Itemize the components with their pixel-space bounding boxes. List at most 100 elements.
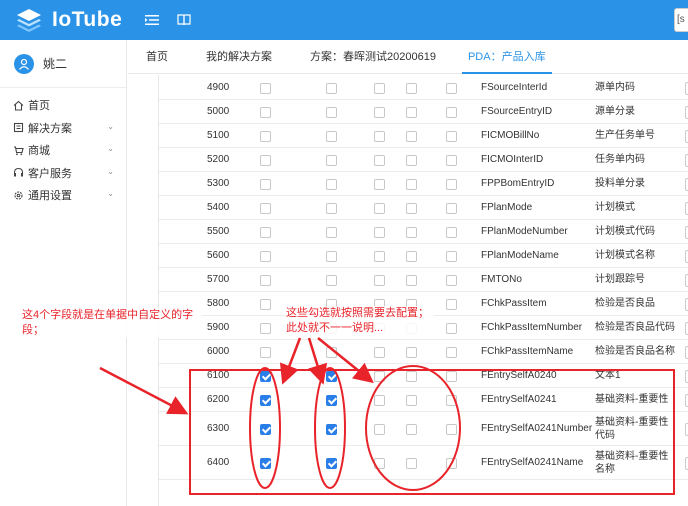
table-row: 6400 FEntrySelfA0241Name 基础资料-重要性名称 — [159, 446, 688, 480]
menu-toggle-icon[interactable] — [144, 12, 160, 28]
row-checkbox-1[interactable] — [260, 275, 271, 286]
row-checkbox-5[interactable] — [446, 251, 457, 262]
field-label: 检验是否良品名称 — [595, 346, 675, 357]
row-checkbox-3[interactable] — [374, 275, 385, 286]
row-checkbox-1[interactable] — [260, 299, 271, 310]
row-checkbox-5[interactable] — [446, 83, 457, 94]
row-checkbox-3[interactable] — [374, 458, 385, 469]
chevron-down-icon: ⌄ — [107, 144, 114, 153]
row-checkbox-5[interactable] — [446, 458, 457, 469]
row-number: 6100 — [207, 370, 230, 381]
row-checkbox-5[interactable] — [446, 347, 457, 358]
row-checkbox-5[interactable] — [446, 395, 457, 406]
table-row: 6200 FEntrySelfA0241 基础资料-重要性 — [159, 388, 688, 412]
row-checkbox-3[interactable] — [374, 251, 385, 262]
row-checkbox-5[interactable] — [446, 179, 457, 190]
sidebar-item-customer-service[interactable]: 客户服务 ⌄ — [0, 162, 126, 185]
row-checkbox-4[interactable] — [406, 395, 417, 406]
row-checkbox-5[interactable] — [446, 275, 457, 286]
row-checkbox-2[interactable] — [326, 275, 337, 286]
row-checkbox-1[interactable] — [260, 251, 271, 262]
row-checkbox-5[interactable] — [446, 203, 457, 214]
row-checkbox-3[interactable] — [374, 347, 385, 358]
row-checkbox-3[interactable] — [374, 371, 385, 382]
row-checkbox-1[interactable] — [260, 458, 271, 469]
row-number: 5400 — [207, 202, 230, 213]
row-checkbox-1[interactable] — [260, 107, 271, 118]
row-checkbox-1[interactable] — [260, 227, 271, 238]
field-name: FSourceEntryID — [481, 106, 553, 117]
row-checkbox-5[interactable] — [446, 371, 457, 382]
row-checkbox-3[interactable] — [374, 83, 385, 94]
row-checkbox-1[interactable] — [260, 155, 271, 166]
row-checkbox-3[interactable] — [374, 203, 385, 214]
row-checkbox-1[interactable] — [260, 131, 271, 142]
row-checkbox-5[interactable] — [446, 299, 457, 310]
sidebar-item-home[interactable]: 首页 — [0, 94, 126, 117]
row-checkbox-3[interactable] — [374, 179, 385, 190]
row-checkbox-2[interactable] — [326, 395, 337, 406]
tab-home[interactable]: 首页 — [134, 40, 180, 74]
row-checkbox-4[interactable] — [406, 155, 417, 166]
row-checkbox-4[interactable] — [406, 179, 417, 190]
table-row: 6100 FEntrySelfA0240 文本1 — [159, 364, 688, 388]
row-checkbox-2[interactable] — [326, 155, 337, 166]
row-checkbox-2[interactable] — [326, 131, 337, 142]
row-checkbox-4[interactable] — [406, 424, 417, 435]
row-checkbox-2[interactable] — [326, 179, 337, 190]
row-checkbox-1[interactable] — [260, 83, 271, 94]
user-panel[interactable]: 姚二 — [0, 40, 126, 88]
row-checkbox-3[interactable] — [374, 395, 385, 406]
sidebar-item-mall[interactable]: 商城 ⌄ — [0, 139, 126, 162]
row-checkbox-3[interactable] — [374, 227, 385, 238]
row-checkbox-4[interactable] — [406, 458, 417, 469]
field-name: FPlanModeName — [481, 250, 559, 261]
row-checkbox-4[interactable] — [406, 227, 417, 238]
row-checkbox-1[interactable] — [260, 371, 271, 382]
tab-solution-detail[interactable]: 方案：春晖测试20200619 — [298, 40, 448, 74]
row-checkbox-2[interactable] — [326, 227, 337, 238]
row-checkbox-1[interactable] — [260, 424, 271, 435]
row-checkbox-3[interactable] — [374, 155, 385, 166]
row-checkbox-3[interactable] — [374, 107, 385, 118]
row-checkbox-2[interactable] — [326, 371, 337, 382]
field-name: FSourceInterId — [481, 82, 548, 93]
row-checkbox-5[interactable] — [446, 155, 457, 166]
app-logo[interactable]: IoTube — [14, 5, 122, 35]
row-checkbox-2[interactable] — [326, 458, 337, 469]
row-checkbox-3[interactable] — [374, 424, 385, 435]
row-checkbox-2[interactable] — [326, 251, 337, 262]
sidebar-item-label: 通用设置 — [28, 190, 72, 203]
row-checkbox-4[interactable] — [406, 83, 417, 94]
row-checkbox-1[interactable] — [260, 395, 271, 406]
row-checkbox-1[interactable] — [260, 323, 271, 334]
book-icon[interactable] — [176, 12, 192, 28]
row-checkbox-1[interactable] — [260, 179, 271, 190]
row-checkbox-2[interactable] — [326, 107, 337, 118]
row-checkbox-4[interactable] — [406, 347, 417, 358]
row-checkbox-1[interactable] — [260, 347, 271, 358]
header-search-input[interactable]: [s — [674, 8, 688, 32]
row-checkbox-3[interactable] — [374, 131, 385, 142]
row-checkbox-4[interactable] — [406, 371, 417, 382]
row-checkbox-2[interactable] — [326, 347, 337, 358]
row-checkbox-5[interactable] — [446, 107, 457, 118]
sidebar-item-label: 商城 — [28, 145, 50, 158]
row-checkbox-5[interactable] — [446, 131, 457, 142]
row-checkbox-4[interactable] — [406, 275, 417, 286]
row-checkbox-2[interactable] — [326, 83, 337, 94]
row-checkbox-4[interactable] — [406, 251, 417, 262]
sidebar-item-settings[interactable]: 通用设置 ⌄ — [0, 184, 126, 207]
row-checkbox-4[interactable] — [406, 107, 417, 118]
row-checkbox-2[interactable] — [326, 203, 337, 214]
row-checkbox-5[interactable] — [446, 424, 457, 435]
row-checkbox-4[interactable] — [406, 203, 417, 214]
row-checkbox-5[interactable] — [446, 323, 457, 334]
row-checkbox-1[interactable] — [260, 203, 271, 214]
row-checkbox-2[interactable] — [326, 424, 337, 435]
tab-my-solutions[interactable]: 我的解决方案 — [194, 40, 284, 74]
sidebar-item-solutions[interactable]: 解决方案 ⌄ — [0, 117, 126, 140]
row-checkbox-4[interactable] — [406, 131, 417, 142]
row-checkbox-5[interactable] — [446, 227, 457, 238]
tab-pda-product-warehousing[interactable]: PDA：产品入库 — [456, 40, 558, 74]
